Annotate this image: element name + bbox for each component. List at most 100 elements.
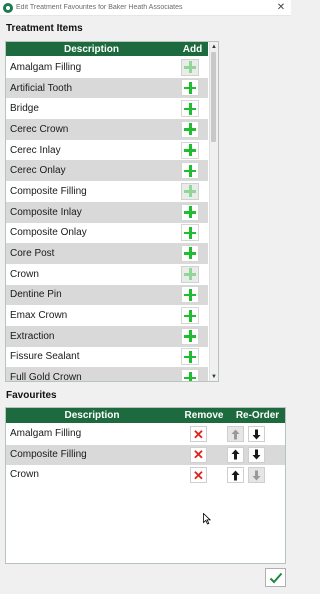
ok-button[interactable]	[265, 568, 286, 587]
favourites-grid: Description Remove Re-Order Amalgam Fill…	[5, 407, 286, 564]
treatment-item-label: Dentine Pin	[10, 289, 62, 301]
favourite-label: Composite Filling	[10, 448, 87, 460]
fav-col-remove-header: Remove	[184, 410, 224, 421]
table-row: Amalgam Filling	[6, 57, 208, 78]
add-button[interactable]	[181, 100, 199, 118]
table-row: Artificial Tooth	[6, 77, 208, 99]
move-up-button[interactable]	[227, 467, 244, 483]
treatment-item-label: Core Post	[10, 248, 55, 260]
plus-icon	[184, 123, 196, 136]
add-button[interactable]	[181, 120, 199, 138]
checkmark-icon	[269, 572, 282, 583]
treatment-item-label: Cerec Onlay	[10, 165, 66, 177]
add-button[interactable]	[181, 182, 199, 200]
add-button[interactable]	[181, 348, 199, 366]
table-row: Full Gold Crown	[6, 367, 208, 381]
col-description-header: Description	[63, 43, 119, 55]
table-row: Crown	[6, 264, 208, 285]
app-logo-icon	[3, 2, 13, 13]
add-button[interactable]	[181, 203, 199, 221]
favourite-row: Crown ✕	[6, 465, 285, 486]
favourite-label: Amalgam Filling	[10, 428, 82, 439]
add-button[interactable]	[181, 224, 199, 242]
move-up-button[interactable]	[227, 446, 244, 463]
table-row: Emax Crown	[6, 305, 208, 326]
treatment-items-header: Description Add	[6, 42, 208, 56]
treatment-item-label: Cerec Inlay	[10, 144, 61, 156]
plus-icon	[184, 206, 196, 219]
plus-icon	[184, 81, 196, 94]
treatment-item-label: Amalgam Filling	[10, 61, 82, 73]
arrow-down-icon	[252, 429, 261, 440]
favourites-header: Description Remove Re-Order	[6, 408, 285, 423]
plus-icon	[184, 247, 196, 260]
table-row: Composite Filling	[6, 181, 208, 202]
table-row: Cerec Crown	[6, 119, 208, 140]
arrow-down-icon	[252, 470, 261, 481]
close-icon[interactable]: ✕	[275, 1, 287, 15]
add-button[interactable]	[181, 58, 199, 76]
plus-icon	[184, 350, 196, 363]
treatment-item-label: Crown	[10, 268, 39, 280]
mouse-cursor-icon	[203, 513, 211, 525]
red-x-icon: ✕	[193, 467, 204, 483]
plus-icon	[184, 288, 196, 301]
treatment-item-label: Extraction	[10, 330, 55, 342]
table-row: Fissure Sealant	[6, 347, 208, 368]
add-button[interactable]	[181, 265, 199, 283]
red-x-icon: ✕	[193, 426, 204, 442]
favourite-label: Crown	[10, 469, 39, 480]
add-button[interactable]	[181, 79, 199, 97]
add-button[interactable]	[181, 369, 199, 381]
plus-icon	[184, 185, 196, 198]
treatment-items-scrollbar[interactable]: ▲ ▼	[209, 42, 218, 381]
move-down-button[interactable]	[248, 426, 265, 442]
treatment-item-label: Composite Inlay	[10, 206, 82, 218]
plus-icon	[184, 144, 196, 157]
remove-button[interactable]: ✕	[190, 426, 207, 442]
remove-button[interactable]: ✕	[190, 467, 207, 483]
scroll-thumb[interactable]	[211, 52, 216, 142]
treatment-item-label: Cerec Crown	[10, 123, 69, 135]
add-button[interactable]	[181, 141, 199, 159]
window-title: Edit Treatment Favourites for Baker Heat…	[16, 4, 183, 11]
table-row: Composite Onlay	[6, 223, 208, 244]
treatment-item-label: Fissure Sealant	[10, 351, 80, 363]
add-button[interactable]	[181, 244, 199, 262]
arrow-up-icon	[231, 429, 240, 440]
add-button[interactable]	[181, 327, 199, 345]
title-bar: Edit Treatment Favourites for Baker Heat…	[0, 0, 291, 16]
treatment-items-rows: Amalgam Filling Artificial Tooth Bridge Cer…	[6, 57, 208, 381]
plus-icon	[184, 61, 196, 74]
table-row: Cerec Inlay	[6, 140, 208, 161]
treatment-items-grid: Description Add Amalgam Filling Artificia…	[5, 41, 219, 382]
plus-icon	[184, 268, 196, 281]
arrow-up-icon	[231, 470, 240, 481]
remove-button[interactable]: ✕	[190, 446, 207, 463]
add-button[interactable]	[181, 162, 199, 180]
move-up-button[interactable]	[227, 426, 244, 442]
table-row: Dentine Pin	[6, 284, 208, 306]
col-add-header: Add	[182, 43, 203, 55]
plus-icon	[184, 371, 196, 381]
scroll-up-arrow-icon[interactable]: ▲	[210, 42, 218, 51]
treatment-item-label: Artificial Tooth	[10, 82, 73, 94]
arrow-down-icon	[252, 449, 261, 460]
table-row: Extraction	[6, 325, 208, 347]
move-down-button[interactable]	[248, 467, 265, 483]
treatment-item-label: Full Gold Crown	[10, 372, 82, 381]
favourites-title: Favourites	[6, 390, 57, 401]
scroll-down-arrow-icon[interactable]: ▼	[210, 372, 218, 381]
table-row: Core Post	[6, 243, 208, 264]
favourite-row: Amalgam Filling ✕	[6, 424, 285, 445]
favourite-row: Composite Filling ✕	[6, 444, 285, 465]
plus-icon	[184, 102, 196, 115]
add-button[interactable]	[181, 307, 199, 325]
plus-icon	[184, 309, 196, 322]
treatment-item-label: Composite Filling	[10, 185, 87, 197]
move-down-button[interactable]	[248, 446, 265, 463]
add-button[interactable]	[181, 286, 199, 304]
treatment-item-label: Composite Onlay	[10, 227, 87, 239]
table-row: Composite Inlay	[6, 201, 208, 223]
plus-icon	[184, 330, 196, 343]
